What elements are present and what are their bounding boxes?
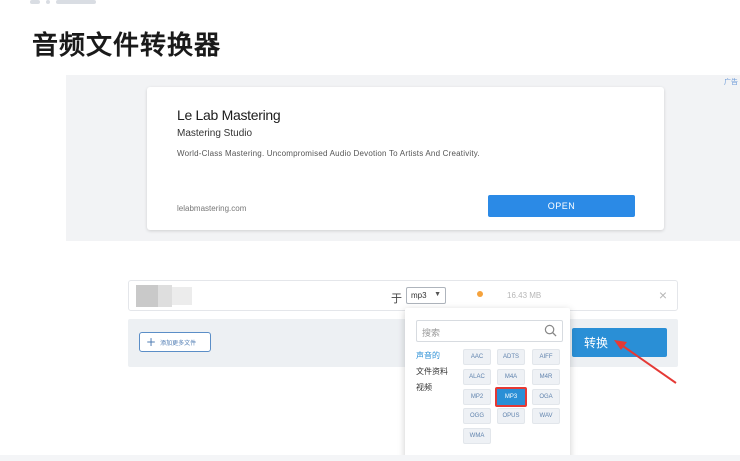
- format-option[interactable]: ALAC: [463, 369, 491, 385]
- search-icon: [544, 324, 557, 337]
- search-placeholder: 搜索: [422, 329, 441, 339]
- chevron-down-icon: ▼: [434, 291, 441, 298]
- status-dot: [477, 291, 483, 297]
- close-icon[interactable]: ×: [659, 287, 667, 303]
- annotation-arrow-icon: [614, 340, 677, 384]
- page-title: 音频文件转换器: [32, 31, 222, 61]
- format-select[interactable]: mp3 ▼: [406, 287, 446, 304]
- format-dropdown: 搜索 声音的 文件资料 视频 AAC ADTS AIFF ALAC M4A M4…: [405, 308, 570, 461]
- format-search-input[interactable]: 搜索: [416, 320, 563, 342]
- format-option-selected[interactable]: MP3: [495, 387, 527, 407]
- ad-brand: Le Lab Mastering: [177, 107, 281, 123]
- add-files-label: 添加更多文件: [160, 339, 197, 347]
- format-option[interactable]: WAV: [532, 408, 560, 424]
- format-option[interactable]: OPUS: [497, 408, 525, 424]
- format-option[interactable]: AAC: [463, 349, 491, 365]
- format-option[interactable]: OGG: [463, 408, 491, 424]
- format-option[interactable]: WMA: [463, 428, 491, 444]
- breadcrumb: [30, 0, 110, 6]
- ad-card[interactable]: Le Lab Mastering Mastering Studio World-…: [147, 87, 664, 230]
- ad-mark: 广告: [724, 78, 738, 86]
- file-thumbnail: [136, 285, 192, 307]
- to-label: 于: [391, 292, 402, 305]
- plus-icon: +: [146, 335, 157, 349]
- category-audio[interactable]: 声音的: [416, 350, 440, 361]
- divider: [0, 455, 740, 461]
- add-files-button[interactable]: + 添加更多文件: [139, 332, 211, 352]
- ad-description: World-Class Mastering. Uncompromised Aud…: [177, 149, 480, 158]
- ad-subtitle: Mastering Studio: [177, 128, 253, 139]
- ad-url[interactable]: lelabmastering.com: [177, 204, 246, 213]
- action-bar: + 添加更多文件 转换: [128, 319, 678, 367]
- format-option[interactable]: AIFF: [532, 349, 560, 365]
- format-option[interactable]: ADTS: [497, 349, 525, 365]
- ad-area: 广告 Le Lab Mastering Mastering Studio Wor…: [66, 75, 740, 241]
- format-option[interactable]: MP2: [463, 389, 491, 405]
- format-option[interactable]: M4A: [497, 369, 525, 385]
- category-video[interactable]: 视频: [416, 382, 432, 393]
- file-row: 于 mp3 ▼ 16.43 MB ×: [128, 280, 678, 311]
- format-select-value: mp3: [411, 291, 427, 300]
- file-size: 16.43 MB: [507, 291, 542, 300]
- format-option[interactable]: OGA: [532, 389, 560, 405]
- category-document[interactable]: 文件资料: [416, 366, 448, 377]
- ad-open-button[interactable]: OPEN: [488, 195, 635, 217]
- format-option[interactable]: M4R: [532, 369, 560, 385]
